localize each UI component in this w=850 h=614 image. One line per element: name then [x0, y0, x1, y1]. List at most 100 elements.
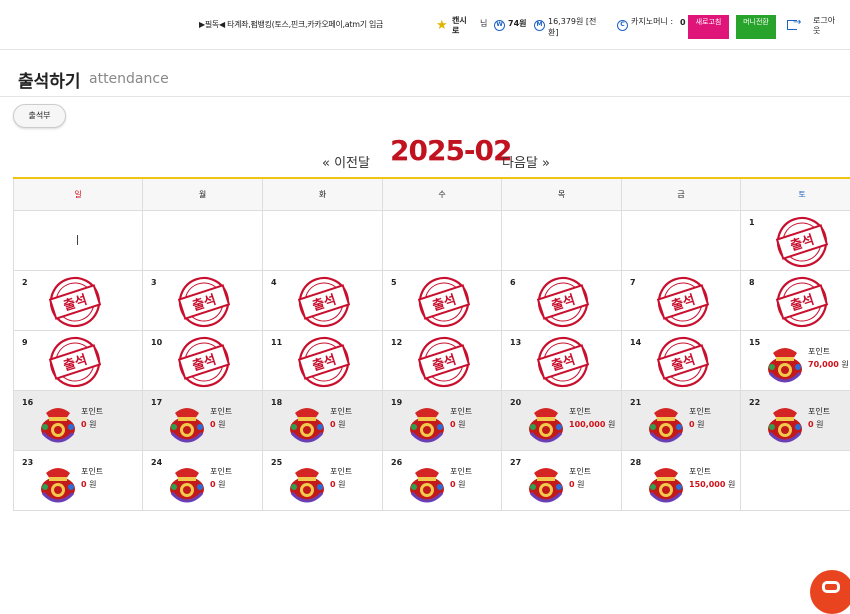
day-number: 13 — [510, 338, 521, 347]
point-value: 0 원 — [81, 479, 97, 490]
calendar-day-cell: 6출석 — [502, 270, 622, 330]
point-amount: 0 — [81, 420, 87, 429]
day-number: 28 — [630, 458, 641, 467]
prev-month-link[interactable]: « 이전달 — [322, 152, 370, 171]
won-suffix: 원 — [458, 420, 465, 429]
day-number: 6 — [510, 278, 516, 287]
day-number: 10 — [151, 338, 162, 347]
lucky-bag-icon — [285, 459, 329, 503]
point-value: 0 원 — [210, 419, 226, 430]
won-suffix: 원 — [338, 480, 345, 489]
weekday-fri: 금 — [622, 178, 741, 210]
weekday-header-row: 일 월 화 수 목 금 토 — [14, 178, 850, 210]
point-value: 0 원 — [808, 419, 824, 430]
calendar-day-cell — [14, 210, 143, 270]
point-value: 150,000 원 — [689, 479, 735, 490]
money-transfer-link[interactable]: 16,379원 [전환] — [548, 16, 604, 38]
point-amount: 0 — [569, 480, 575, 489]
calendar-day-cell: 17포인트0 원 — [143, 390, 263, 450]
won-suffix: 원 — [697, 420, 704, 429]
calendar-day-cell: 7출석 — [622, 270, 741, 330]
point-label: 포인트 — [330, 466, 352, 477]
day-number: 3 — [151, 278, 157, 287]
calendar-week-row: 9출석10출석11출석12출석13출석14출석15포인트70,000 원 — [14, 330, 850, 390]
weekday-mon: 월 — [143, 178, 263, 210]
attendance-stamp-icon: 출석 — [178, 336, 230, 388]
attendance-stamp-icon: 출석 — [49, 336, 101, 388]
calendar-day-cell: 18포인트0 원 — [263, 390, 383, 450]
weekday-tue: 화 — [263, 178, 383, 210]
attendance-tab-button[interactable]: 출석부 — [13, 104, 66, 128]
money-transfer-button[interactable]: 머니전환 — [736, 15, 776, 39]
calendar-day-cell: 28 포인트 150,000 원 — [622, 450, 741, 510]
won-suffix: 원 — [728, 480, 735, 489]
point-amount: 0 — [210, 420, 216, 429]
point-label: 포인트 — [450, 406, 472, 417]
point-label: 포인트 — [689, 466, 711, 477]
attendance-stamp-icon: 출석 — [418, 276, 470, 328]
point-label: 포인트 — [81, 466, 103, 477]
lucky-bag-icon — [405, 459, 449, 503]
won-suffix: 원 — [608, 420, 615, 429]
current-month: 2025-02 — [390, 134, 512, 167]
money-icon: M — [534, 20, 545, 31]
calendar-day-cell: 26포인트0 원 — [383, 450, 502, 510]
lucky-bag-icon — [763, 399, 807, 443]
day-number: 8 — [749, 278, 755, 287]
won-suffix: 원 — [89, 480, 96, 489]
weekday-thu: 목 — [502, 178, 622, 210]
casino-icon: C — [617, 20, 628, 31]
point-amount: 0 — [450, 480, 456, 489]
refresh-button[interactable]: 새로고침 — [688, 15, 729, 39]
won-suffix: 원 — [218, 420, 225, 429]
casino-label: 카지노머니 : — [631, 16, 679, 27]
lucky-bag-icon — [36, 399, 80, 443]
lucky-bag-icon — [524, 399, 568, 443]
point-value: 0 원 — [689, 419, 705, 430]
calendar-day-cell: 16포인트0 원 — [14, 390, 143, 450]
point-amount: 0 — [330, 420, 336, 429]
calendar-week-row: 1출석 — [14, 210, 850, 270]
lucky-bag-icon — [763, 339, 807, 383]
lucky-bag-icon — [644, 459, 688, 503]
point-value: 70,000 원 — [808, 359, 849, 370]
logout-link[interactable]: 로그아웃 — [813, 16, 837, 36]
point-amount: 100,000 — [569, 420, 605, 429]
point-value: 0 원 — [330, 479, 346, 490]
next-month-link[interactable]: 다음달 » — [502, 152, 550, 171]
attendance-stamp-icon: 출석 — [537, 336, 589, 388]
day-number: 2 — [22, 278, 28, 287]
calendar-day-cell: 14출석 — [622, 330, 741, 390]
attendance-stamp-icon: 출석 — [298, 276, 350, 328]
point-amount: 0 — [330, 480, 336, 489]
won-suffix: 원 — [841, 360, 848, 369]
point-amount: 0 — [210, 480, 216, 489]
calendar-day-cell: 4출석 — [263, 270, 383, 330]
text-cursor — [77, 235, 78, 245]
logout-arrow-icon: → — [793, 17, 801, 28]
attendance-stamp-icon: 출석 — [49, 276, 101, 328]
calendar-day-cell: 27포인트0 원 — [502, 450, 622, 510]
notice-link[interactable]: ▶필독◀ 타계좌,펌뱅킹(토스,핀크,카카오페이,atm기 입금 — [199, 19, 383, 30]
day-number: 12 — [391, 338, 402, 347]
top-bar: ▶필독◀ 타계좌,펌뱅킹(토스,핀크,카카오페이,atm기 입금 ★ 캔시로 님… — [0, 0, 850, 50]
point-value: 100,000 원 — [569, 419, 615, 430]
won-suffix: 원 — [218, 480, 225, 489]
point-label: 포인트 — [450, 466, 472, 477]
calendar-day-cell: 5출석 — [383, 270, 502, 330]
lucky-bag-icon — [644, 399, 688, 443]
lucky-bag-icon — [285, 399, 329, 443]
point-value: 0 원 — [450, 419, 466, 430]
calendar-day-cell: 12출석 — [383, 330, 502, 390]
calendar-day-cell: 15포인트70,000 원 — [741, 330, 850, 390]
point-label: 포인트 — [689, 406, 711, 417]
weekday-sun: 일 — [14, 178, 143, 210]
won-suffix: 원 — [338, 420, 345, 429]
page-title: 출석하기 — [18, 67, 81, 92]
point-amount: 0 — [808, 420, 814, 429]
chat-icon — [822, 581, 840, 593]
user-name: 캔시로 — [452, 16, 470, 36]
calendar-week-row: 23포인트0 원24포인트0 원25포인트0 원26포인트0 원27포인트0 원… — [14, 450, 850, 510]
calendar-day-cell: 2 출석 — [14, 270, 143, 330]
calendar-day-cell: 24포인트0 원 — [143, 450, 263, 510]
